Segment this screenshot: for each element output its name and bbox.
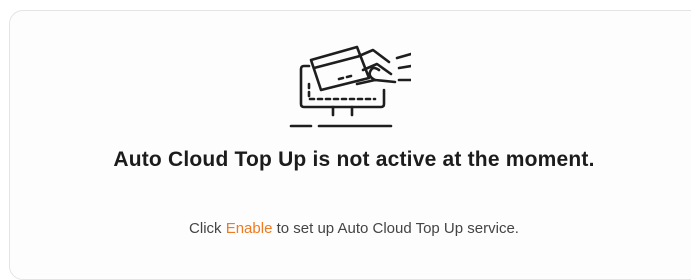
hand-inserting-card-into-monitor-icon — [289, 45, 411, 128]
status-description: Click Enable to set up Auto Cloud Top Up… — [0, 220, 691, 237]
description-prefix: Click — [189, 220, 226, 237]
description-suffix: to set up Auto Cloud Top Up service. — [272, 220, 519, 237]
status-title: Auto Cloud Top Up is not active at the m… — [113, 148, 595, 171]
enable-link[interactable]: Enable — [226, 220, 273, 237]
